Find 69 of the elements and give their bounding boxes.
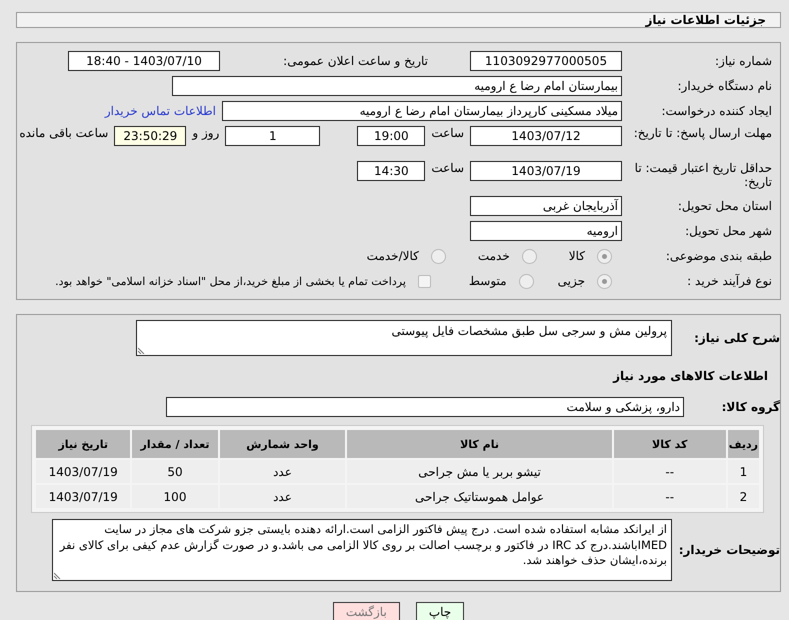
field-label: شماره نیاز: (714, 54, 772, 68)
column-header: کد کالا (614, 430, 726, 458)
table-cell: تیشو بربر یا مش جراحی (347, 460, 612, 483)
announce-date-field: 1403/07/10 - 18:40 (68, 51, 220, 71)
field-label: ساعت (431, 161, 464, 175)
radio-button[interactable] (522, 248, 537, 264)
table-cell: 100 (132, 485, 218, 508)
remaining-time-field: 23:50:29 (114, 126, 186, 146)
date-field: 1403/07/12 (470, 126, 622, 146)
table-cell: 1 (728, 460, 759, 483)
field-label: حداقل تاریخ اعتبار قیمت: تا تاریخ: (634, 161, 772, 190)
time-field: 19:00 (357, 126, 426, 146)
field-label: شرح کلی نیاز: (693, 330, 780, 346)
description-field: پرولین مش و سرجی سل طبق مشخصات فایل پیوستی (136, 320, 672, 356)
radio-button[interactable] (597, 248, 612, 264)
radio-label: متوسط (468, 274, 507, 288)
table-cell: عوامل هموستاتیک جراحی (347, 485, 612, 508)
resize-grip-icon (54, 571, 62, 579)
resize-grip-icon (138, 346, 146, 354)
radio-button[interactable] (430, 248, 446, 264)
table-cell: 1403/07/19 (36, 460, 130, 483)
field-label: ایجاد کننده درخواست: (660, 104, 772, 118)
city-field: ارومیه (470, 221, 622, 241)
date-field: 1403/07/19 (470, 161, 622, 181)
field-label: نوع فرآیند خرید : (686, 274, 772, 288)
table-cell: 2 (728, 485, 759, 508)
radio-button[interactable] (597, 274, 612, 288)
section-heading: اطلاعات کالاهای مورد نیاز (612, 368, 769, 384)
need-number-field: 1103092977000505 (470, 51, 622, 71)
radio-label: کالا (568, 249, 585, 263)
table-cell: عدد (220, 460, 346, 483)
table-cell: عدد (220, 485, 346, 508)
field-label: استان محل تحویل: (676, 198, 772, 214)
table-cell: -- (614, 460, 726, 483)
column-header: ردیف (728, 430, 759, 458)
table-cell: 1403/07/19 (36, 485, 130, 508)
radio-button[interactable] (518, 274, 534, 288)
goods-group-field: دارو، پزشکی و سلامت (166, 397, 684, 417)
field-label: ساعت باقی مانده (19, 126, 108, 140)
field-label: ساعت (431, 126, 464, 140)
contact-link[interactable]: اطلاعات تماس خریدار (104, 104, 216, 118)
column-header: واحد شمارش (220, 430, 346, 458)
checkbox[interactable] (418, 274, 431, 288)
province-field: آذربایجان غربی (470, 196, 622, 216)
field-label: توضیحات خریدار: (678, 542, 780, 558)
column-header: نام کالا (347, 430, 612, 458)
field-label: مهلت ارسال پاسخ: تا تاریخ: (632, 126, 772, 140)
print-button[interactable]: چاپ (416, 602, 464, 620)
table-cell: 50 (132, 460, 218, 483)
table-cell: -- (614, 485, 726, 508)
notes-field: از ایرانکد مشابه استفاده شده است. درج پیش فاکتور الزامی است.ارائه دهنده بایستی جزو شرکت های مجاز در سایت IMEDباشند.درج کد IRC در فاکتور و برچسب اصالت بر روی کالا الزامی می باشد.و در صورت گزارش عدم کیفی برای کالای نفر برنده،ایشان حذف خواهند شد. (52, 519, 672, 581)
column-header: تعداد / مقدار (132, 430, 218, 458)
field-label: روز و (192, 126, 220, 140)
field-label: تاریخ و ساعت اعلان عمومی: (282, 54, 429, 68)
field-label: شهر محل تحویل: (684, 224, 772, 238)
field-label: گروه کالا: (720, 400, 780, 414)
page-title: جزئیات اطلاعات نیاز (16, 12, 781, 28)
radio-label: جزیی (558, 274, 585, 288)
buyer-field: بیمارستان امام رضا ع ارومیه (172, 76, 622, 96)
back-button[interactable]: بازگشت (332, 602, 400, 620)
field-label: نام دستگاه خریدار: (676, 78, 772, 94)
checkbox-label: پرداخت تمام یا بخشی از مبلغ خرید،از محل "اسناد خزانه اسلامی" خواهد بود. (55, 274, 406, 288)
requester-field: میلاد مسکینی کارپرداز بیمارستان امام رضا ع ارومیه (222, 101, 622, 121)
radio-label: خدمت (478, 249, 510, 263)
time-field: 14:30 (357, 161, 426, 181)
field-label: طبقه بندی موضوعی: (664, 248, 772, 264)
days-field: 1 (225, 126, 320, 146)
column-header: تاریخ نیاز (36, 430, 130, 458)
radio-label: کالا/خدمت (366, 249, 419, 263)
